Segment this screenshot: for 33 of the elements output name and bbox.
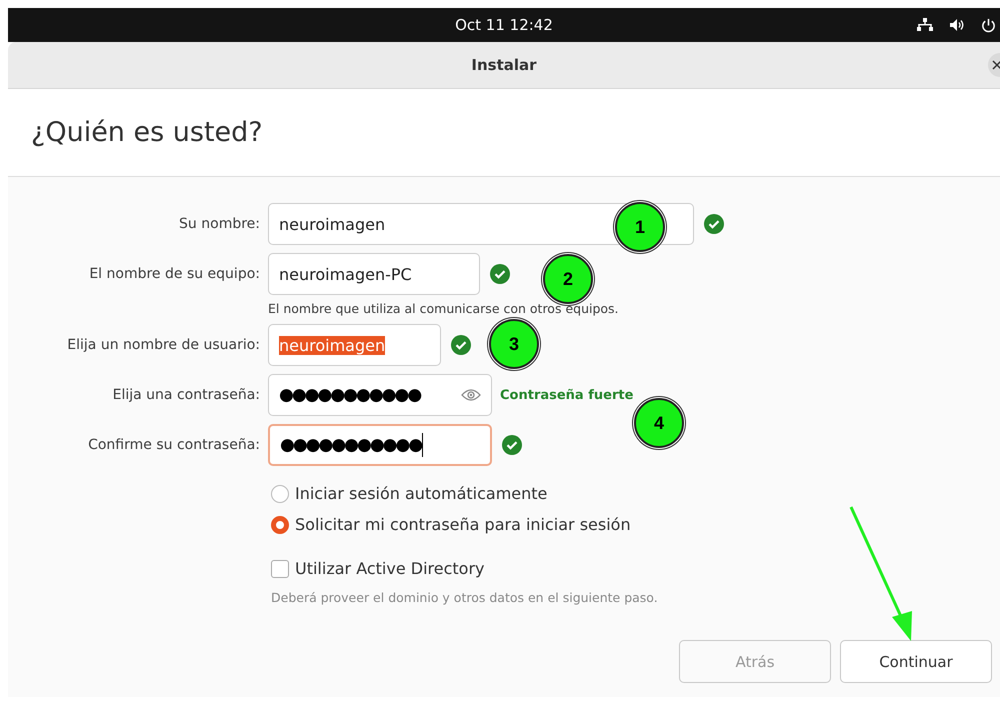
window-title: Instalar xyxy=(471,56,537,74)
clock[interactable]: Oct 11 12:42 xyxy=(455,16,553,34)
network-icon[interactable] xyxy=(917,18,933,32)
field-value: ●●●●●●●●●●● xyxy=(279,385,420,405)
input-field[interactable]: ●●●●●●●●●●● xyxy=(268,374,492,416)
power-icon[interactable] xyxy=(981,18,996,33)
close-icon xyxy=(992,60,1000,70)
text-cursor xyxy=(422,433,424,457)
field-label: Elija una contraseña: xyxy=(112,387,260,403)
page-heading: ¿Quién es usted? xyxy=(31,117,263,148)
checkbox-label[interactable]: Utilizar Active Directory xyxy=(295,559,485,578)
radio-button[interactable] xyxy=(271,516,289,534)
field-value: ●●●●●●●●●●● xyxy=(280,435,422,455)
continue-button[interactable]: Continuar xyxy=(840,640,992,683)
field-value: neuroimagen-PC xyxy=(279,264,412,284)
input-field[interactable]: neuroimagen xyxy=(268,324,441,366)
input-field[interactable]: neuroimagen-PC xyxy=(268,253,480,295)
field-label: El nombre de su equipo: xyxy=(88,266,260,282)
volume-icon[interactable] xyxy=(949,18,965,32)
field-label: Elija un nombre de usuario: xyxy=(66,337,260,353)
radio-label[interactable]: Solicitar mi contraseña para iniciar sesión xyxy=(295,515,631,534)
eye-icon[interactable] xyxy=(461,388,481,402)
checkbox[interactable] xyxy=(271,560,289,578)
field-value: neuroimagen xyxy=(279,214,386,234)
password-strength: Contraseña fuerte xyxy=(500,388,634,402)
radio-button[interactable] xyxy=(271,484,289,502)
field-hint: El nombre que utiliza al comunicarse con otros equipos. xyxy=(268,301,619,316)
field-label: Su nombre: xyxy=(178,216,260,232)
field-value: neuroimagen xyxy=(279,336,386,354)
input-field[interactable]: ●●●●●●●●●●● xyxy=(268,424,492,466)
hint-text: Deberá proveer el dominio y otros datos en el siguiente paso. xyxy=(271,590,659,605)
field-label: Confirme su contraseña: xyxy=(87,437,260,453)
radio-label[interactable]: Iniciar sesión automáticamente xyxy=(295,484,548,503)
